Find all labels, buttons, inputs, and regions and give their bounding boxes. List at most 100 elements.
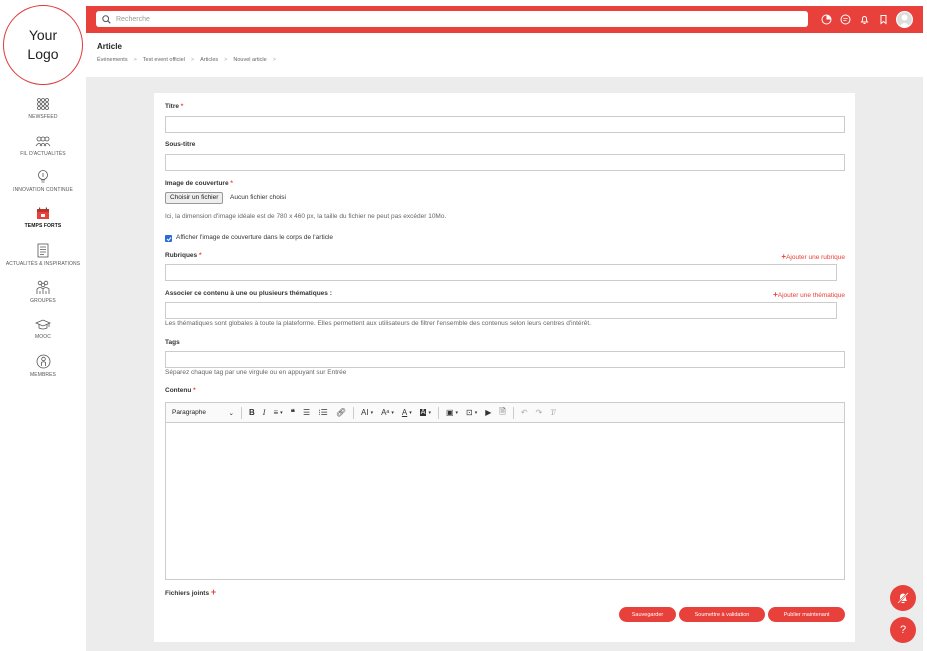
- logo[interactable]: Your Logo: [3, 5, 83, 85]
- toolbar-divider: [437, 406, 439, 419]
- chevron-right-icon: >: [190, 57, 195, 63]
- breadcrumb-item[interactable]: Événements: [97, 57, 128, 63]
- page-header: Article Événements > Test event officiel…: [86, 33, 923, 77]
- sidebar-item-label: NEWSFEED: [28, 114, 58, 120]
- chat-icon[interactable]: [839, 14, 851, 26]
- calendar-icon: [37, 207, 49, 219]
- main-area: Titre * Sous-titre Image de couverture *…: [86, 77, 923, 651]
- content-label: Contenu *: [165, 387, 196, 394]
- font-family-button[interactable]: Aᵃ ▾: [377, 408, 398, 417]
- bookmark-icon[interactable]: [877, 14, 889, 26]
- font-size-button[interactable]: AI ▾: [357, 408, 377, 417]
- graduation-cap-icon: [35, 319, 51, 330]
- sidebar-item-mooc[interactable]: MOOC: [0, 319, 86, 340]
- sidebar: Your Logo NEWSFEED FIL D'ACTUALITÉS INNO…: [0, 0, 86, 651]
- chevron-down-icon: ⌄: [228, 409, 234, 417]
- rich-text-editor[interactable]: Paragraphe ⌄ B I ≡ ▾ ❝ ☰ ⁝☰ 🔗︎ AI ▾ Aᵃ ▾ A ▾ …: [165, 402, 845, 580]
- subtitle-label: Sous-titre: [165, 141, 196, 148]
- numbered-list-button[interactable]: ⁝☰: [314, 408, 332, 417]
- member-icon: [36, 354, 50, 369]
- breadcrumb-item[interactable]: Test event officiel: [143, 57, 185, 63]
- insert-image-icon[interactable]: ▣ ▾: [442, 408, 462, 417]
- title-label: Titre *: [165, 103, 184, 110]
- themes-help: Les thématiques sont globales à toute la…: [165, 320, 591, 327]
- document-icon: [37, 243, 49, 258]
- page-title: Article: [97, 42, 122, 51]
- themes-label: Associer ce contenu à une ou plusieurs t…: [165, 290, 332, 297]
- submit-validation-button[interactable]: Soumettre à validation: [679, 607, 765, 622]
- save-button[interactable]: Sauvegarder: [619, 607, 676, 622]
- check-icon: [166, 236, 171, 241]
- sidebar-item-label: INNOVATION CONTINUE: [13, 187, 73, 193]
- breadcrumb-item[interactable]: Nouvel article: [233, 57, 266, 63]
- bell-icon[interactable]: [858, 14, 870, 26]
- search-input[interactable]: Recherche: [116, 16, 150, 23]
- file-icon[interactable]: 🗎︎: [495, 406, 509, 420]
- add-theme-link[interactable]: +Ajouter une thématique: [773, 290, 845, 299]
- app-root: Your Logo NEWSFEED FIL D'ACTUALITÉS INNO…: [0, 0, 927, 651]
- tags-help: Séparez chaque tag par une virgule ou en…: [165, 369, 347, 376]
- sidebar-item-membres[interactable]: MEMBRES: [0, 354, 86, 378]
- tags-input[interactable]: [165, 351, 845, 368]
- sidebar-item-actualites-inspirations[interactable]: ACTUALITÉS & INSPIRATIONS: [0, 243, 86, 267]
- bold-button[interactable]: B: [245, 408, 259, 417]
- sidebar-item-label: GROUPES: [30, 298, 56, 304]
- people-group-icon: [35, 136, 51, 147]
- cover-checkbox-label: Afficher l'image de couverture dans le c…: [176, 234, 333, 241]
- sidebar-item-label: MOOC: [35, 334, 51, 340]
- choose-file-button[interactable]: Choisir un fichier: [165, 192, 224, 204]
- rubriques-input[interactable]: [165, 264, 837, 281]
- logo-line-2: Logo: [27, 46, 59, 62]
- sidebar-item-groupes[interactable]: GROUPES: [0, 280, 86, 304]
- help-button[interactable]: ?: [890, 617, 916, 643]
- notifications-off-button[interactable]: [890, 585, 916, 611]
- top-bar: Recherche: [86, 6, 923, 33]
- cover-help: Ici, la dimension d'image idéale est de …: [165, 213, 447, 220]
- chevron-right-icon: >: [133, 57, 137, 63]
- breadcrumb-item[interactable]: Articles: [200, 57, 218, 63]
- chevron-right-icon: >: [272, 57, 276, 63]
- tags-label: Tags: [165, 339, 180, 346]
- file-status: Aucun fichier choisi: [230, 194, 286, 201]
- themes-input[interactable]: [165, 302, 837, 319]
- link-icon[interactable]: 🔗︎: [332, 408, 350, 417]
- avatar[interactable]: [896, 11, 913, 28]
- undo-icon[interactable]: ↶: [517, 408, 532, 417]
- quote-button[interactable]: ❝: [287, 408, 299, 417]
- font-color-button[interactable]: A ▾: [398, 408, 416, 417]
- article-form: Titre * Sous-titre Image de couverture *…: [154, 93, 855, 642]
- video-icon[interactable]: ▶: [481, 408, 495, 417]
- cover-label: Image de couverture *: [165, 180, 233, 187]
- search-box[interactable]: Recherche: [96, 11, 808, 27]
- bulleted-list-button[interactable]: ☰: [299, 408, 314, 417]
- attachments-label: Fichiers joints +: [165, 587, 217, 597]
- subtitle-input[interactable]: [165, 154, 845, 171]
- sidebar-item-newsfeed[interactable]: NEWSFEED: [0, 97, 86, 120]
- publish-now-button[interactable]: Publier maintenant: [768, 607, 845, 622]
- redo-icon[interactable]: ↷: [532, 408, 547, 417]
- cover-checkbox[interactable]: [165, 235, 172, 242]
- clear-format-icon[interactable]: T̸: [546, 408, 558, 417]
- paragraph-select[interactable]: Paragraphe ⌄: [166, 409, 238, 417]
- sidebar-item-temps-forts[interactable]: TEMPS FORTS: [0, 207, 86, 229]
- sidebar-item-label: MEMBRES: [30, 372, 56, 378]
- sidebar-item-innovation[interactable]: INNOVATION CONTINUE: [0, 169, 86, 193]
- title-input[interactable]: [165, 116, 845, 133]
- toolbar-divider: [241, 406, 242, 419]
- grid-dots-icon: [37, 98, 49, 110]
- add-rubrique-link[interactable]: +Ajouter une rubrique: [781, 252, 845, 261]
- media-embed-icon[interactable]: ⊡ ▾: [462, 408, 481, 417]
- user-avatar-icon: [899, 14, 910, 27]
- pie-chart-icon[interactable]: [820, 14, 832, 26]
- users-icon: [36, 280, 50, 294]
- breadcrumb: Événements > Test event officiel > Artic…: [97, 57, 276, 63]
- logo-line-1: Your: [28, 27, 58, 43]
- bell-off-icon: [897, 592, 909, 604]
- background-color-button[interactable]: A ▾: [416, 409, 435, 416]
- align-button[interactable]: ≡ ▾: [269, 408, 286, 417]
- italic-button[interactable]: I: [259, 408, 270, 417]
- sidebar-item-label: FIL D'ACTUALITÉS: [20, 151, 66, 157]
- add-attachment-icon[interactable]: +: [211, 587, 216, 597]
- sidebar-item-fil-actualites[interactable]: FIL D'ACTUALITÉS: [0, 136, 86, 157]
- search-icon: [102, 14, 111, 24]
